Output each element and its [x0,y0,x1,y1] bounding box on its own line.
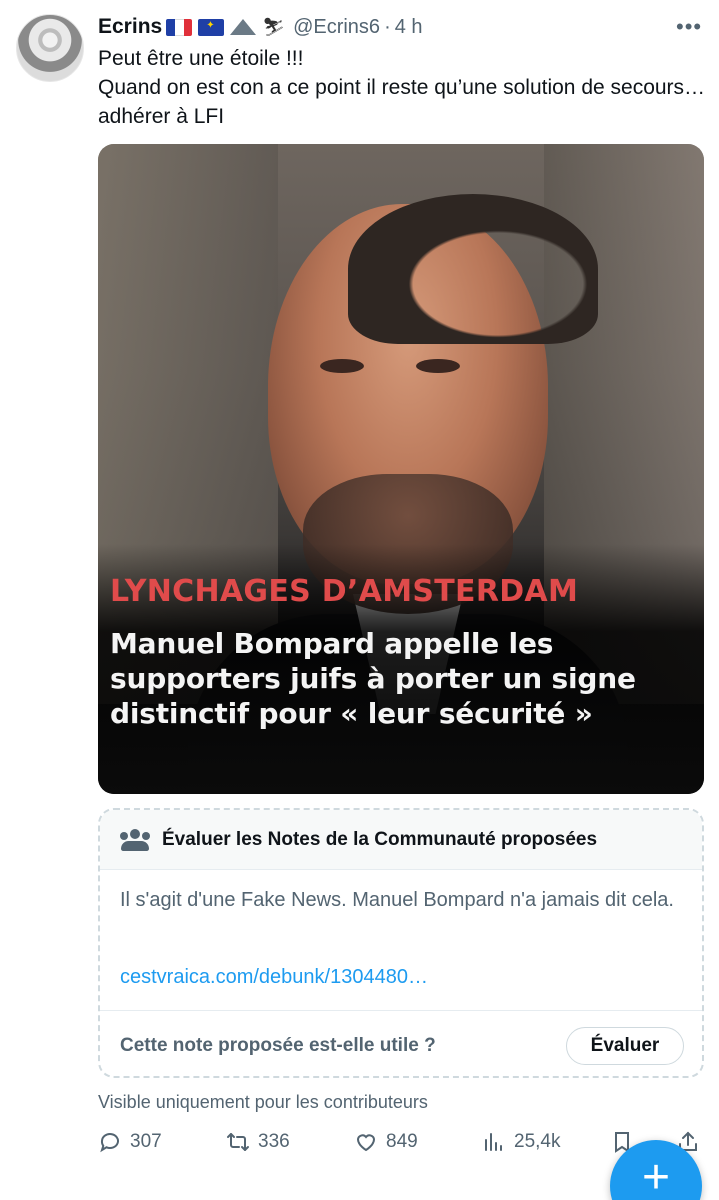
france-flag-icon [166,18,193,36]
image-headline-red: LYNCHAGES D’AMSTERDAM [110,574,579,609]
views-button[interactable]: 25,4k [482,1130,560,1154]
repost-icon [227,1133,249,1151]
like-icon [356,1134,376,1152]
like-count: 849 [386,1131,418,1152]
tweet-text-line2: Quand on est con a ce point il reste qu’… [98,76,706,128]
people-icon [120,828,150,851]
tweet-image[interactable]: LYNCHAGES D’AMSTERDAM Manuel Bompard app… [98,144,704,794]
author-name[interactable]: Ecrins [98,15,162,39]
tweet-header: Ecrins ⛷ @Ecrins6 · 4 h [98,12,423,42]
community-note-footer: Cette note proposée est-elle utile ? Éva… [100,1010,702,1076]
reply-count: 307 [130,1131,162,1152]
header-separator: · [384,15,391,38]
repost-button[interactable]: 336 [226,1130,290,1154]
community-note-card: Évaluer les Notes de la Communauté propo… [98,808,704,1078]
like-button[interactable]: 849 [354,1130,418,1154]
image-hair [348,194,598,344]
community-note-title: Évaluer les Notes de la Communauté propo… [162,828,598,850]
tweet-text: Peut être une étoile !!! Quand on est co… [98,44,708,131]
views-icon [485,1133,502,1151]
community-note-link[interactable]: cestvraica.com/debunk/1304480… [120,966,428,989]
image-eye-right [416,359,460,373]
eu-flag-icon [198,18,225,36]
avatar[interactable] [16,14,84,82]
image-eye-left [320,359,364,373]
views-count: 25,4k [514,1131,561,1152]
community-note-body: Il s'agit d'une Fake News. Manuel Bompar… [120,889,674,911]
reply-button[interactable]: 307 [98,1130,162,1154]
reply-icon [100,1133,119,1153]
community-note-header[interactable]: Évaluer les Notes de la Communauté propo… [100,810,702,870]
tweet-time[interactable]: 4 h [395,16,423,39]
tweet[interactable]: Ecrins ⛷ @Ecrins6 · 4 h ••• Peut être un… [0,0,719,1200]
rate-note-button[interactable]: Évaluer [566,1027,684,1065]
community-note-question: Cette note proposée est-elle utile ? [120,1034,436,1056]
repost-count: 336 [258,1131,290,1152]
name-emojis: ⛷ [166,18,285,36]
compose-plus-icon: + [641,1151,671,1200]
climber-icon: ⛷ [262,17,286,37]
mountain-icon [230,19,257,35]
image-headline-white: Manuel Bompard appelle les supporters ju… [110,627,636,730]
visibility-note: Visible uniquement pour les contributeur… [98,1092,428,1112]
more-icon[interactable]: ••• [676,14,702,40]
tweet-text-line1: Peut être une étoile !!! [98,47,304,70]
author-handle[interactable]: @Ecrins6 [293,16,380,39]
